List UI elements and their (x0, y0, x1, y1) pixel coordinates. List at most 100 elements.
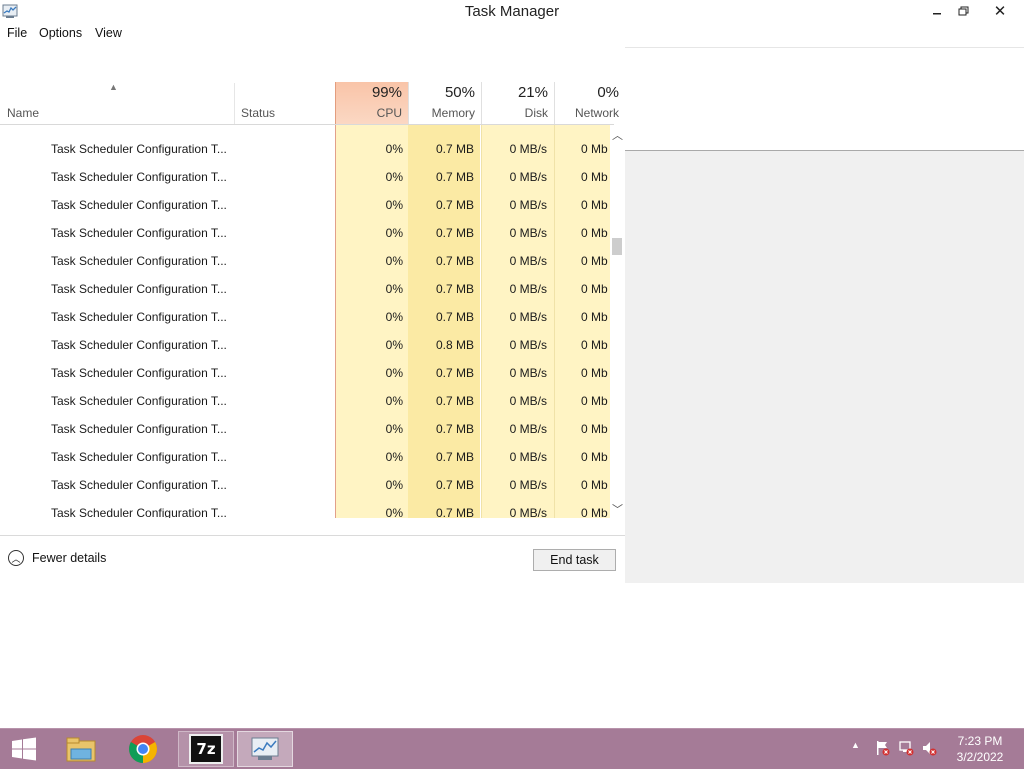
table-row[interactable]: Task Scheduler Configuration T... 0% 0.7 M… (0, 163, 610, 191)
fewer-details-button[interactable]: ︿ Fewer details (8, 550, 106, 566)
process-name: Task Scheduler Configuration T... (51, 394, 227, 408)
memory-value: 0.7 MB (435, 282, 474, 296)
action-center-flag-icon[interactable] (874, 740, 890, 756)
disk-value: 0 MB/s (509, 338, 547, 352)
cpu-value: 0% (385, 226, 403, 240)
menu-file[interactable]: File (7, 26, 27, 40)
table-row[interactable]: Task Scheduler Configuration T... 0% 0.7 M… (0, 471, 610, 499)
disk-value: 0 MB/s (509, 506, 547, 518)
end-task-button[interactable]: End task (533, 549, 616, 571)
chrome-icon[interactable] (122, 731, 164, 767)
table-header: 99% CPU 50% Memory 21% Disk 0% Network (0, 45, 625, 125)
vertical-scrollbar[interactable]: ︿ ﹀ (610, 125, 625, 518)
cpu-value: 0% (385, 338, 403, 352)
process-name: Task Scheduler Configuration T... (51, 170, 227, 184)
restore-icon[interactable] (948, 0, 978, 22)
close-icon[interactable]: ✕ (984, 0, 1016, 22)
cpu-percent: 99% (371, 84, 402, 101)
table-row[interactable]: Task Scheduler Configuration T... 0% 0.7 M… (0, 135, 610, 163)
show-hidden-icons-icon[interactable]: ▲ (851, 740, 860, 750)
table-row[interactable]: Task Scheduler Configuration T... 0% 0.7 M… (0, 359, 610, 387)
table-row[interactable]: Task Scheduler Configuration T... 0% 0.7 M… (0, 443, 610, 471)
memory-value: 0.7 MB (435, 366, 474, 380)
process-name: Task Scheduler Configuration T... (51, 506, 227, 518)
process-name: Task Scheduler Configuration T... (51, 478, 227, 492)
windows-start-icon[interactable] (4, 731, 44, 767)
table-row[interactable]: Task Scheduler Configuration T... 0% 0.7 M… (0, 275, 610, 303)
memory-value: 0.7 MB (435, 170, 474, 184)
disk-value: 0 MB/s (509, 422, 547, 436)
menu-bar: File Options View (0, 24, 626, 44)
process-name: Task Scheduler Configuration T... (51, 450, 227, 464)
table-row[interactable]: Task Scheduler Configuration T... 0% 0.7 M… (0, 247, 610, 275)
menu-options[interactable]: Options (39, 26, 82, 40)
column-header-network[interactable]: 0% Network (554, 82, 625, 125)
table-row[interactable]: Task Scheduler Configuration T... 0% 0.8 M… (0, 331, 610, 359)
column-header-disk[interactable]: 21% Disk (481, 82, 554, 125)
volume-muted-icon[interactable] (921, 740, 937, 756)
table-row[interactable]: Task Scheduler Configuration T... 0% 0.7 M… (0, 415, 610, 443)
column-header-cpu[interactable]: 99% CPU (335, 82, 409, 125)
memory-label: Memory (431, 106, 475, 120)
scroll-down-icon[interactable]: ﹀ (610, 501, 625, 517)
network-value: 0 Mb (581, 338, 608, 352)
taskbar: 7z (0, 728, 1024, 769)
network-percent: 0% (597, 84, 619, 101)
network-value: 0 Mb (581, 310, 608, 324)
network-icon[interactable] (898, 740, 914, 756)
memory-value: 0.8 MB (435, 338, 474, 352)
disk-value: 0 MB/s (509, 142, 547, 156)
memory-value: 0.7 MB (435, 142, 474, 156)
memory-value: 0.7 MB (435, 310, 474, 324)
column-header-name[interactable]: Name (7, 106, 39, 120)
memory-value: 0.7 MB (435, 506, 474, 518)
side-panel-top (625, 47, 1024, 151)
footer-divider (0, 535, 625, 536)
fewer-details-label: Fewer details (32, 551, 107, 565)
menu-view[interactable]: View (95, 26, 122, 40)
column-header-memory[interactable]: 50% Memory (408, 82, 481, 125)
disk-value: 0 MB/s (509, 478, 547, 492)
table-row[interactable]: Task Scheduler Configuration T... 0% 0.7 M… (0, 387, 610, 415)
network-value: 0 Mb (581, 282, 608, 296)
scroll-thumb[interactable] (612, 238, 622, 255)
7zip-icon[interactable]: 7z (178, 731, 234, 767)
column-header-status[interactable]: Status (241, 106, 275, 120)
cpu-value: 0% (385, 198, 403, 212)
disk-label: Disk (524, 106, 548, 120)
disk-value: 0 MB/s (509, 450, 547, 464)
table-row[interactable]: Task Scheduler Configuration T... 0% 0.7 M… (0, 191, 610, 219)
clock-time: 7:23 PM (957, 734, 1003, 748)
table-row[interactable]: Task Scheduler Configuration T... 0% 0.7 M… (0, 303, 610, 331)
task-manager-taskbar-button[interactable] (237, 731, 293, 767)
cpu-value: 0% (385, 422, 403, 436)
table-row[interactable]: Task Scheduler Configuration T... 0% 0.7 M… (0, 219, 610, 247)
network-value: 0 Mb (581, 198, 608, 212)
network-value: 0 Mb (581, 226, 608, 240)
memory-percent: 50% (444, 84, 475, 101)
memory-value: 0.7 MB (435, 254, 474, 268)
cpu-value: 0% (385, 170, 403, 184)
disk-value: 0 MB/s (509, 282, 547, 296)
file-explorer-icon[interactable] (60, 731, 102, 767)
scroll-up-icon[interactable]: ︿ (610, 127, 625, 143)
table-row[interactable]: Task Scheduler Configuration T... 0% 0.7 M… (0, 499, 610, 518)
cpu-value: 0% (385, 310, 403, 324)
disk-value: 0 MB/s (509, 170, 547, 184)
disk-value: 0 MB/s (509, 254, 547, 268)
network-value: 0 Mb (581, 142, 608, 156)
title-bar: Task Manager ✕ (0, 0, 1024, 24)
network-value: 0 Mb (581, 450, 608, 464)
process-name: Task Scheduler Configuration T... (51, 366, 227, 380)
system-clock[interactable]: 7:23 PM 3/2/2022 (944, 733, 1016, 765)
network-value: 0 Mb (581, 366, 608, 380)
network-value: 0 Mb (581, 478, 608, 492)
cpu-value: 0% (385, 366, 403, 380)
disk-value: 0 MB/s (509, 394, 547, 408)
column-divider (234, 83, 235, 124)
memory-value: 0.7 MB (435, 198, 474, 212)
side-panel-background (625, 151, 1024, 583)
cpu-value: 0% (385, 506, 403, 518)
cpu-label: CPU (376, 106, 402, 120)
task-manager-icon (251, 737, 279, 760)
